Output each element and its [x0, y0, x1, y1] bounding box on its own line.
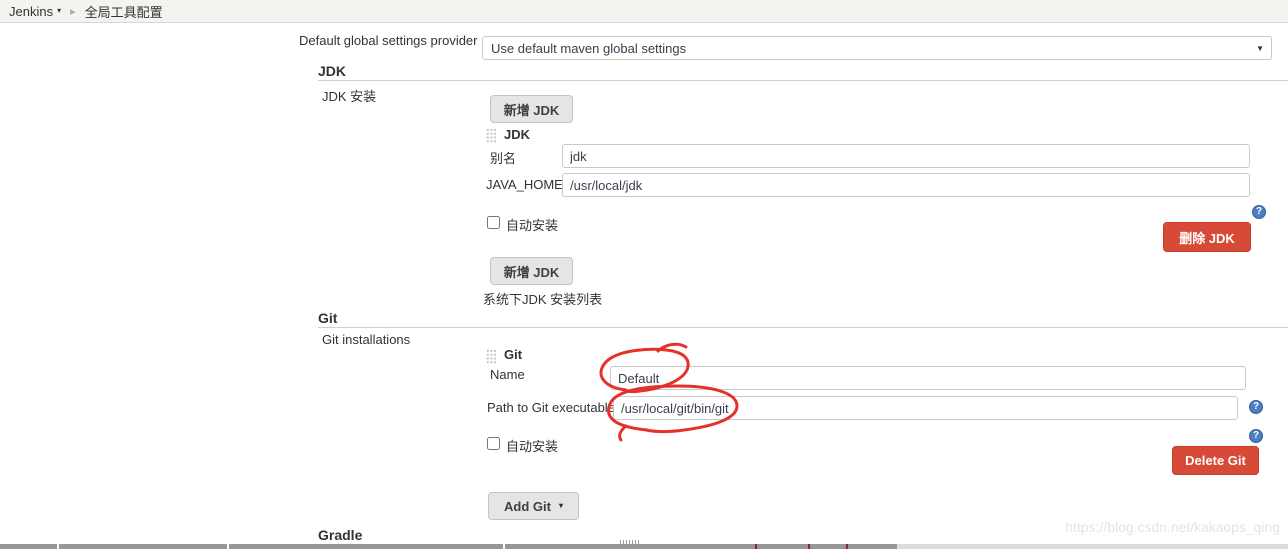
jdk-section-divider: [318, 80, 1288, 81]
jdk-auto-install-label: 自动安装: [506, 215, 558, 234]
jdk-section-title: JDK: [318, 63, 346, 79]
watermark: https://blog.csdn.net/kakaops_qing: [1065, 520, 1280, 535]
maven-settings-select[interactable]: Use default maven global settings ▼: [482, 36, 1272, 60]
breadcrumb: Jenkins ▾ ▸ 全局工具配置: [0, 0, 1288, 23]
jdk-auto-install-checkbox[interactable]: [487, 216, 500, 229]
add-jdk-button[interactable]: 新增 JDK: [490, 95, 573, 123]
git-name-label: Name: [490, 367, 525, 382]
git-name-input[interactable]: [610, 366, 1246, 390]
java-home-input[interactable]: [562, 173, 1250, 197]
git-path-help-icon[interactable]: ?: [1249, 400, 1263, 414]
breadcrumb-separator-icon: ▸: [70, 5, 76, 18]
git-auto-install-help-icon[interactable]: ?: [1249, 429, 1263, 443]
maven-settings-label: Default global settings provider: [299, 33, 477, 48]
git-path-label: Path to Git executable: [487, 400, 615, 415]
git-section-title: Git: [318, 310, 337, 326]
breadcrumb-current[interactable]: 全局工具配置: [85, 2, 163, 21]
breadcrumb-jenkins[interactable]: Jenkins ▾: [9, 4, 61, 19]
maven-settings-selected-value: Use default maven global settings: [491, 41, 686, 56]
red-circle-git-name-tail: [658, 344, 686, 351]
chevron-down-icon: ▾: [57, 7, 61, 15]
add-git-button[interactable]: Add Git ▾: [488, 492, 579, 520]
delete-jdk-button[interactable]: 删除 JDK: [1163, 222, 1251, 252]
add-git-button-label: Add Git: [504, 499, 551, 514]
jdk-item-title: JDK: [504, 127, 530, 142]
red-annotation-circles: [0, 0, 1288, 549]
java-home-label: JAVA_HOME: [486, 177, 563, 192]
delete-git-button[interactable]: Delete Git: [1172, 446, 1259, 475]
git-item-title: Git: [504, 347, 522, 362]
git-installations-label: Git installations: [322, 332, 410, 347]
bottom-cutoff-strip: [0, 544, 897, 549]
red-circle-git-path-tail: [620, 426, 626, 440]
add-git-caret-icon: ▾: [559, 502, 563, 510]
jdk-system-list-note: 系统下JDK 安装列表: [483, 289, 602, 308]
jdk-installations-label: JDK 安装: [322, 86, 376, 105]
git-path-input[interactable]: [613, 396, 1238, 420]
bottom-cutoff-strip-right: [897, 544, 1288, 549]
jdk-help-icon[interactable]: ?: [1252, 205, 1266, 219]
git-drag-handle-icon[interactable]: [486, 349, 497, 364]
jdk-alias-label: 别名: [490, 148, 516, 167]
git-auto-install-checkbox[interactable]: [487, 437, 500, 450]
gradle-section-title: Gradle: [318, 527, 362, 543]
add-jdk-button-bottom[interactable]: 新增 JDK: [490, 257, 573, 285]
jdk-alias-input[interactable]: [562, 144, 1250, 168]
git-section-divider: [318, 327, 1288, 328]
jdk-drag-handle-icon[interactable]: [486, 128, 497, 143]
git-auto-install-label: 自动安装: [506, 436, 558, 455]
select-caret-icon: ▼: [1256, 45, 1264, 53]
breadcrumb-jenkins-label: Jenkins: [9, 4, 53, 19]
